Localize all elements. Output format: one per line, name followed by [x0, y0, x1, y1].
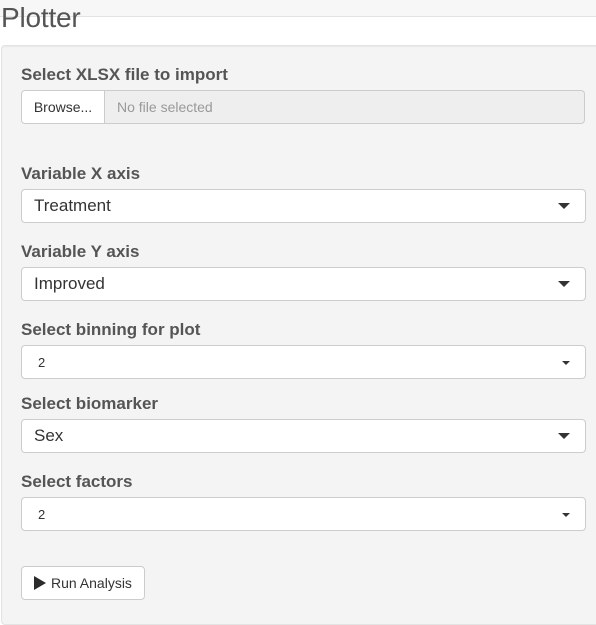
binning-label: Select binning for plot: [21, 320, 201, 339]
y-axis-select[interactable]: Improved: [21, 267, 586, 301]
factors-label: Select factors: [21, 472, 133, 491]
run-analysis-button[interactable]: Run Analysis: [21, 566, 145, 600]
factors-select[interactable]: 2: [21, 497, 586, 531]
binning-select[interactable]: 2: [21, 345, 586, 379]
chevron-down-icon: [558, 281, 570, 287]
factors-value: 2: [38, 506, 46, 522]
x-axis-label: Variable X axis: [21, 164, 141, 183]
file-input-label: Select XLSX file to import: [21, 65, 228, 84]
binning-value: 2: [38, 354, 46, 370]
x-axis-select[interactable]: Treatment: [21, 189, 586, 223]
chevron-down-icon: [562, 361, 570, 365]
file-input-group: Browse... No file selected: [21, 90, 585, 124]
biomarker-select[interactable]: Sex: [21, 419, 586, 453]
x-axis-value: Treatment: [34, 196, 111, 215]
run-analysis-label: Run Analysis: [51, 575, 132, 591]
page-title: Plotter: [1, 2, 81, 33]
biomarker-value: Sex: [34, 426, 64, 445]
file-name-field[interactable]: No file selected: [105, 90, 585, 124]
y-axis-value: Improved: [34, 274, 105, 293]
play-icon: [34, 576, 46, 590]
chevron-down-icon: [558, 203, 570, 209]
y-axis-label: Variable Y axis: [21, 242, 140, 261]
browse-button[interactable]: Browse...: [21, 90, 105, 124]
chevron-down-icon: [558, 433, 570, 439]
header-band: [0, 0, 596, 17]
biomarker-label: Select biomarker: [21, 394, 159, 413]
chevron-down-icon: [562, 513, 570, 517]
